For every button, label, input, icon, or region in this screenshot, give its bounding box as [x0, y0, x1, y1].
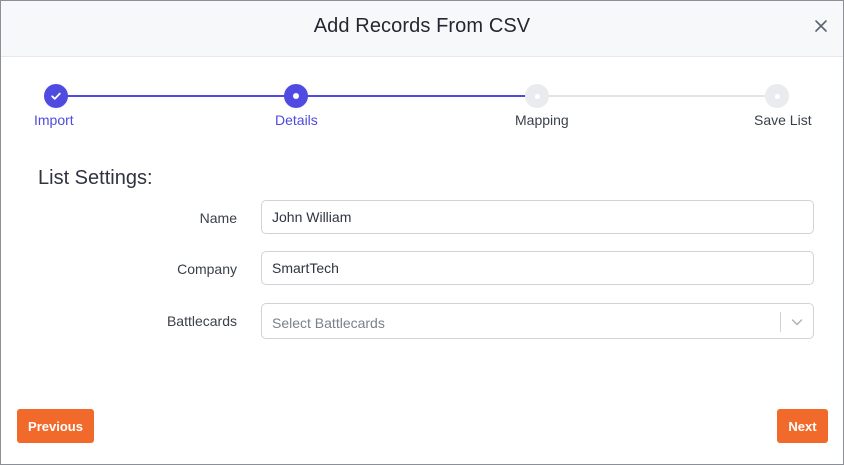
battlecards-placeholder: Select Battlecards: [272, 315, 385, 331]
chevron-down-icon[interactable]: [790, 315, 804, 329]
step-label-mapping[interactable]: Mapping: [515, 112, 569, 128]
previous-button[interactable]: Previous: [17, 409, 94, 443]
close-icon[interactable]: [813, 18, 829, 34]
step-import-dot[interactable]: [44, 84, 68, 108]
section-title: List Settings:: [38, 167, 153, 189]
step-label-details[interactable]: Details: [275, 112, 318, 128]
name-row: Name: [1, 200, 843, 236]
modal-title: Add Records From CSV: [313, 15, 531, 37]
step-connector-3: [537, 95, 777, 97]
check-icon: [51, 92, 61, 100]
modal-header: Add Records From CSV: [1, 1, 843, 57]
next-button[interactable]: Next: [777, 409, 828, 443]
battlecards-row: Battlecards Select Battlecards: [1, 303, 843, 339]
battlecards-select[interactable]: Select Battlecards: [261, 303, 814, 339]
name-input[interactable]: [261, 200, 814, 234]
company-input[interactable]: [261, 251, 814, 285]
step-label-import[interactable]: Import: [34, 112, 74, 128]
progress-stepper: Import Details Mapping Save List: [1, 81, 843, 131]
step-label-save-list[interactable]: Save List: [754, 112, 812, 128]
name-label: Name: [199, 210, 237, 226]
step-mapping-dot[interactable]: [525, 84, 549, 108]
step-save-list-dot[interactable]: [765, 84, 789, 108]
select-separator: [780, 312, 781, 332]
battlecards-label: Battlecards: [166, 313, 237, 329]
company-row: Company: [1, 251, 843, 287]
step-connector-2: [295, 95, 537, 97]
step-details-dot[interactable]: [284, 84, 308, 108]
step-connector-1: [57, 95, 295, 97]
company-label: Company: [177, 261, 237, 277]
add-records-modal: Add Records From CSV Import Details Mapp…: [0, 0, 844, 465]
